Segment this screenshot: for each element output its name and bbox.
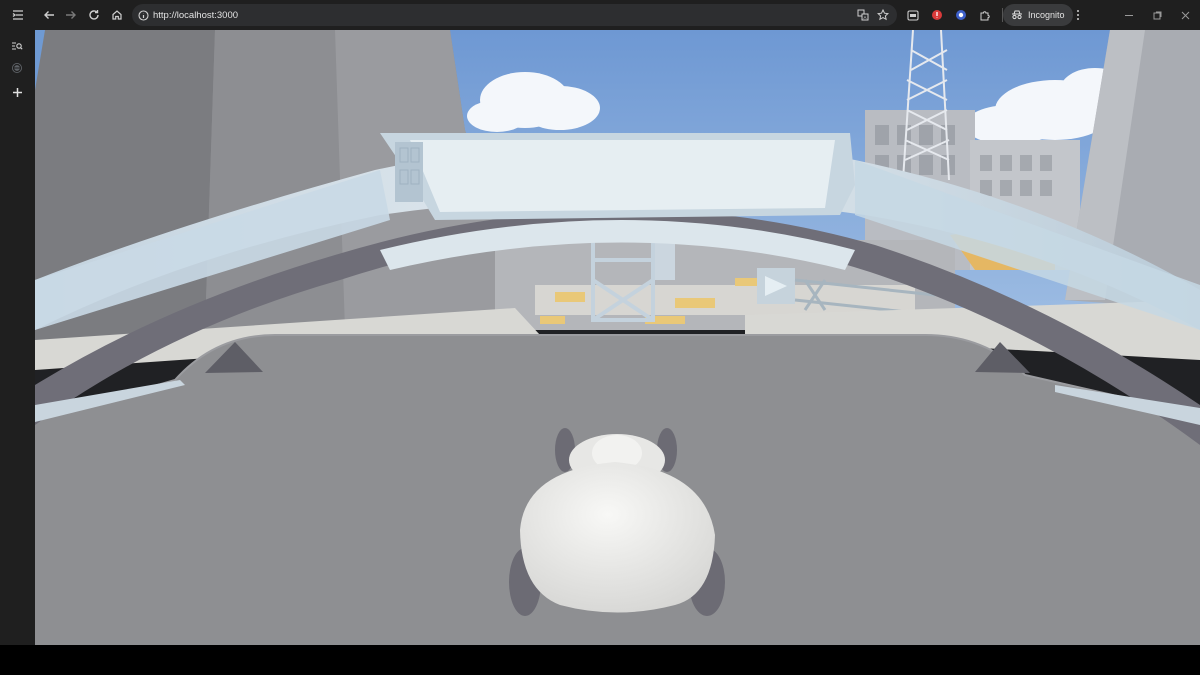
browser-toolbar: http://localhost:3000 A Incognito — [0, 0, 1200, 30]
extension-area — [902, 4, 1007, 26]
screen-capture-icon[interactable] — [902, 4, 924, 26]
taskbar-black-strip — [0, 645, 1200, 675]
incognito-icon — [1011, 10, 1023, 20]
profile-label: Incognito — [1028, 10, 1065, 20]
blue-extension-icon[interactable] — [950, 4, 972, 26]
vertical-tab-sidebar — [0, 30, 35, 645]
reload-icon[interactable] — [83, 4, 105, 26]
minimize-icon[interactable] — [1118, 4, 1140, 26]
puzzle-extensions-icon[interactable] — [974, 4, 996, 26]
bookmark-star-icon[interactable] — [875, 7, 891, 23]
tab-strip-menu-icon[interactable] — [7, 4, 29, 26]
translate-icon[interactable]: A — [855, 7, 871, 23]
close-icon[interactable] — [1174, 4, 1196, 26]
red-extension-icon[interactable] — [926, 4, 948, 26]
browser-menu-icon[interactable] — [1071, 4, 1085, 26]
svg-text:A: A — [864, 15, 867, 20]
url-text[interactable]: http://localhost:3000 — [153, 10, 238, 21]
back-arrow-icon[interactable] — [38, 4, 60, 26]
tab-list-icon[interactable] — [6, 35, 28, 57]
game-scene — [35, 30, 1200, 645]
home-icon[interactable] — [106, 4, 128, 26]
address-bar[interactable]: http://localhost:3000 A — [132, 4, 897, 26]
incognito-profile-button[interactable]: Incognito — [1003, 4, 1073, 26]
browser-window: http://localhost:3000 A Incognito — [0, 0, 1200, 645]
restore-icon[interactable] — [1146, 4, 1168, 26]
forward-arrow-icon[interactable] — [60, 4, 82, 26]
globe-icon[interactable] — [6, 57, 28, 79]
new-tab-plus-icon[interactable] — [6, 81, 28, 103]
site-info-icon[interactable] — [138, 9, 149, 21]
game-canvas[interactable] — [35, 30, 1200, 645]
